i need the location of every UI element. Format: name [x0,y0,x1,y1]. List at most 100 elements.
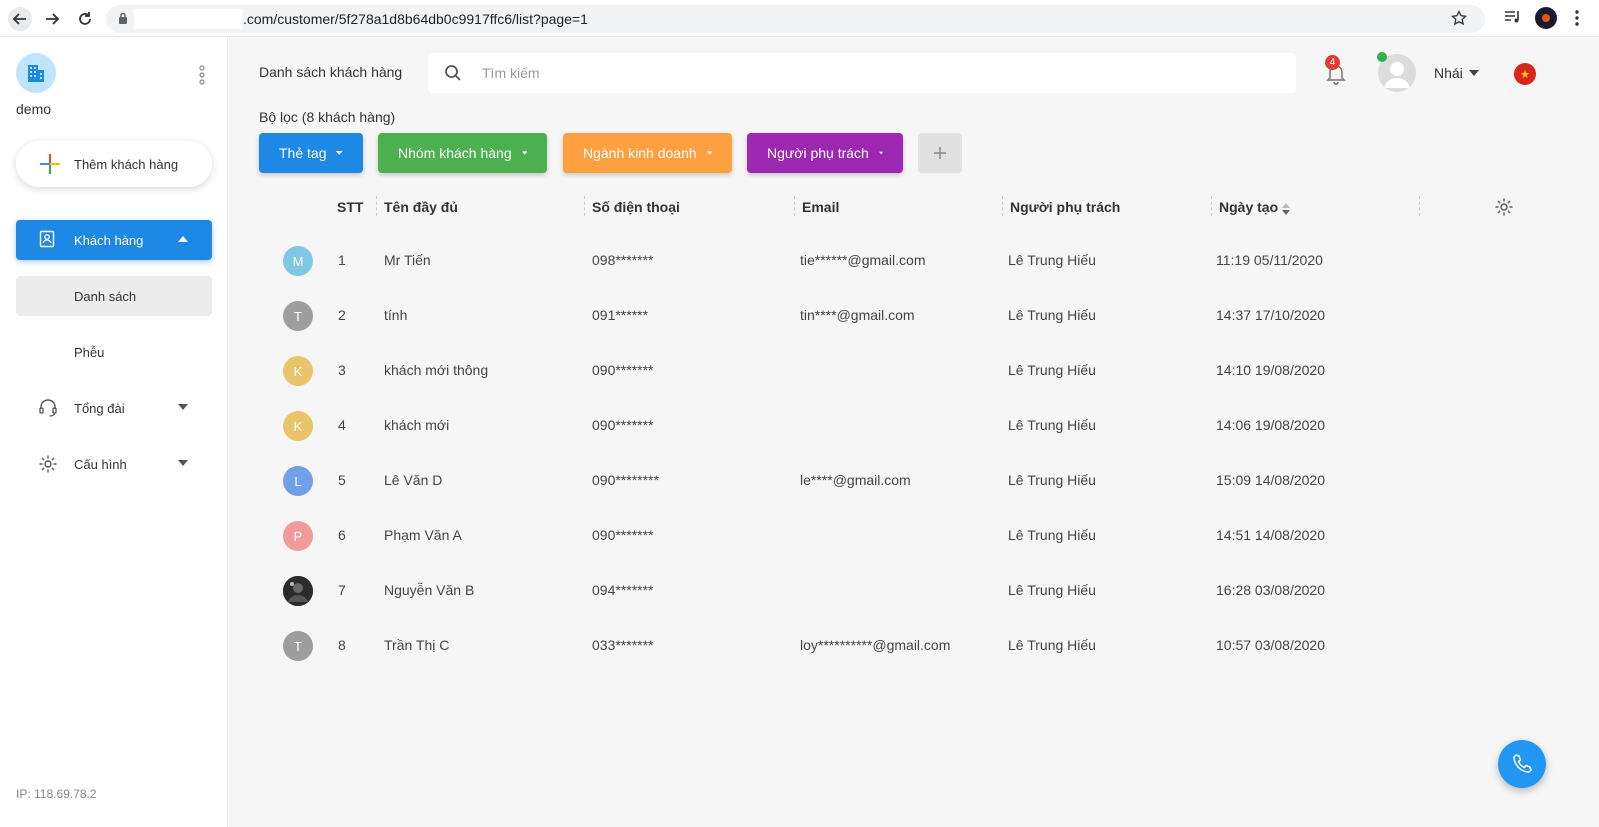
cell-email: tie******@gmail.com [800,252,926,268]
search-icon [445,65,461,81]
sidebar-item-label: Danh sách [74,288,137,304]
profile-dot [1542,14,1550,22]
filter-industry-button[interactable]: Ngành kinh doanh [563,133,732,173]
cell-owner: Lê Trung Hiếu [1008,252,1096,268]
column-header-stt: STT [337,199,364,215]
cell-created: 14:10 19/08/2020 [1216,362,1325,378]
cell-owner: Lê Trung Hiếu [1008,472,1096,488]
cell-name[interactable]: khách mới [384,417,449,433]
column-header-created[interactable]: Ngày tạo [1219,199,1278,215]
filter-owner-button[interactable]: Người phụ trách [747,133,903,173]
cell-owner: Lê Trung Hiếu [1008,362,1096,378]
cell-phone: 094******* [592,582,654,598]
sidebar: demo Thêm khách hàng Khách hàng Danh sác… [0,37,228,827]
caret-down-icon [178,460,188,466]
cell-stt: 3 [338,362,346,378]
cell-owner: Lê Trung Hiếu [1008,582,1096,598]
headset-icon [39,399,57,417]
cell-phone: 098******* [592,252,654,268]
org-logo[interactable] [16,53,56,93]
filter-chip-label: Thẻ tag [279,145,327,161]
cell-phone: 091****** [592,307,649,323]
cell-owner: Lê Trung Hiếu [1008,637,1096,653]
cell-name[interactable]: khách mới thông [384,362,488,378]
customer-avatar: P [283,521,313,551]
table-row[interactable]: P 6 Phạm Văn A 090******* Lê Trung Hiếu … [259,509,1569,564]
plus-multicolor-icon [40,154,60,174]
cell-name[interactable]: Lê Văn D [384,472,442,488]
sidebar-item-customers[interactable]: Khách hàng [16,220,212,260]
forward-button[interactable] [40,7,64,31]
column-settings-gear-icon[interactable] [1494,197,1514,217]
gear-icon [39,455,57,473]
url-redaction [134,9,242,29]
cell-phone: 033******* [592,637,654,653]
cell-created: 14:06 19/08/2020 [1216,417,1325,433]
sidebar-subitem-funnel[interactable]: Phễu [16,332,212,372]
column-header-phone[interactable]: Số điện thoại [592,199,680,215]
browser-menu-icon[interactable] [1575,9,1579,27]
filter-tag-button[interactable]: Thẻ tag [259,133,363,173]
reload-button[interactable] [73,7,97,31]
column-header-name[interactable]: Tên đầy đủ [384,199,458,215]
more-options-icon[interactable] [198,65,206,85]
caret-down-icon [706,151,712,155]
customer-avatar: T [283,631,313,661]
table-row[interactable]: T 2 tính 091****** tin****@gmail.com Lê … [259,289,1569,344]
table-row[interactable]: K 3 khách mới thông 090******* Lê Trung … [259,344,1569,399]
vietnam-flag-icon[interactable]: ★ [1514,63,1536,85]
cell-name[interactable]: Phạm Văn A [384,527,462,543]
caret-up-icon [178,236,188,242]
search-box [428,53,1296,93]
table-row[interactable]: M 1 Mr Tiến 098******* tie******@gmail.c… [259,234,1569,289]
column-divider [584,196,585,216]
call-fab-button[interactable] [1498,740,1546,788]
sidebar-item-switchboard[interactable]: Tổng đài [16,388,212,428]
cell-stt: 5 [338,472,346,488]
column-header-owner[interactable]: Người phụ trách [1010,199,1120,215]
cell-name[interactable]: Nguyễn Văn B [384,582,474,598]
star-icon[interactable] [1451,10,1467,26]
sidebar-item-label: Khách hàng [74,232,144,248]
sidebar-subitem-list[interactable]: Danh sách [16,276,212,316]
sidebar-item-label: Cấu hình [74,456,127,472]
column-divider [794,196,795,216]
table-row[interactable]: L 5 Lê Văn D 090******** le****@gmail.co… [259,454,1569,509]
cell-name[interactable]: Mr Tiến [384,252,431,268]
page-title: Danh sách khách hàng [259,64,403,80]
table-row[interactable]: 7 Nguyễn Văn B 094******* Lê Trung Hiếu … [259,564,1569,619]
add-filter-button[interactable] [918,133,962,173]
column-divider [1002,196,1003,216]
address-bar[interactable]: .com/customer/5f278a1d8b64db0c9917ffc6/l… [106,5,1485,33]
cell-phone: 090******* [592,527,654,543]
sort-icon[interactable] [1281,202,1291,216]
profile-avatar-icon[interactable] [1535,7,1557,29]
search-input[interactable] [482,53,1272,93]
photo-avatar-icon [283,576,313,606]
customer-avatar: L [283,466,313,496]
cell-name[interactable]: tính [384,307,407,323]
cell-created: 14:37 17/10/2020 [1216,307,1325,323]
cell-created: 10:57 03/08/2020 [1216,637,1325,653]
cell-phone: 090******** [592,472,659,488]
customer-photo-avatar [283,576,313,606]
arrow-left-icon [12,13,26,25]
user-name[interactable]: Nhái [1434,65,1463,81]
filter-chip-label: Ngành kinh doanh [583,145,697,161]
contact-card-icon [39,230,55,248]
sidebar-item-settings[interactable]: Cấu hình [16,444,212,484]
table-row[interactable]: T 8 Trần Thị C 033******* loy**********@… [259,619,1569,674]
cell-stt: 1 [338,252,346,268]
cell-name[interactable]: Trần Thị C [384,637,449,653]
cell-owner: Lê Trung Hiếu [1008,417,1096,433]
back-button[interactable] [8,7,32,31]
column-header-email[interactable]: Email [802,199,839,215]
add-customer-button[interactable]: Thêm khách hàng [16,141,212,187]
lock-icon [119,12,127,24]
url-text[interactable]: .com/customer/5f278a1d8b64db0c9917ffc6/l… [243,11,588,27]
filter-customer-group-button[interactable]: Nhóm khách hàng [378,133,547,173]
table-row[interactable]: K 4 khách mới 090******* Lê Trung Hiếu 1… [259,399,1569,454]
caret-down-icon[interactable] [1469,70,1479,76]
media-control-icon[interactable] [1504,9,1522,25]
cell-stt: 6 [338,527,346,543]
